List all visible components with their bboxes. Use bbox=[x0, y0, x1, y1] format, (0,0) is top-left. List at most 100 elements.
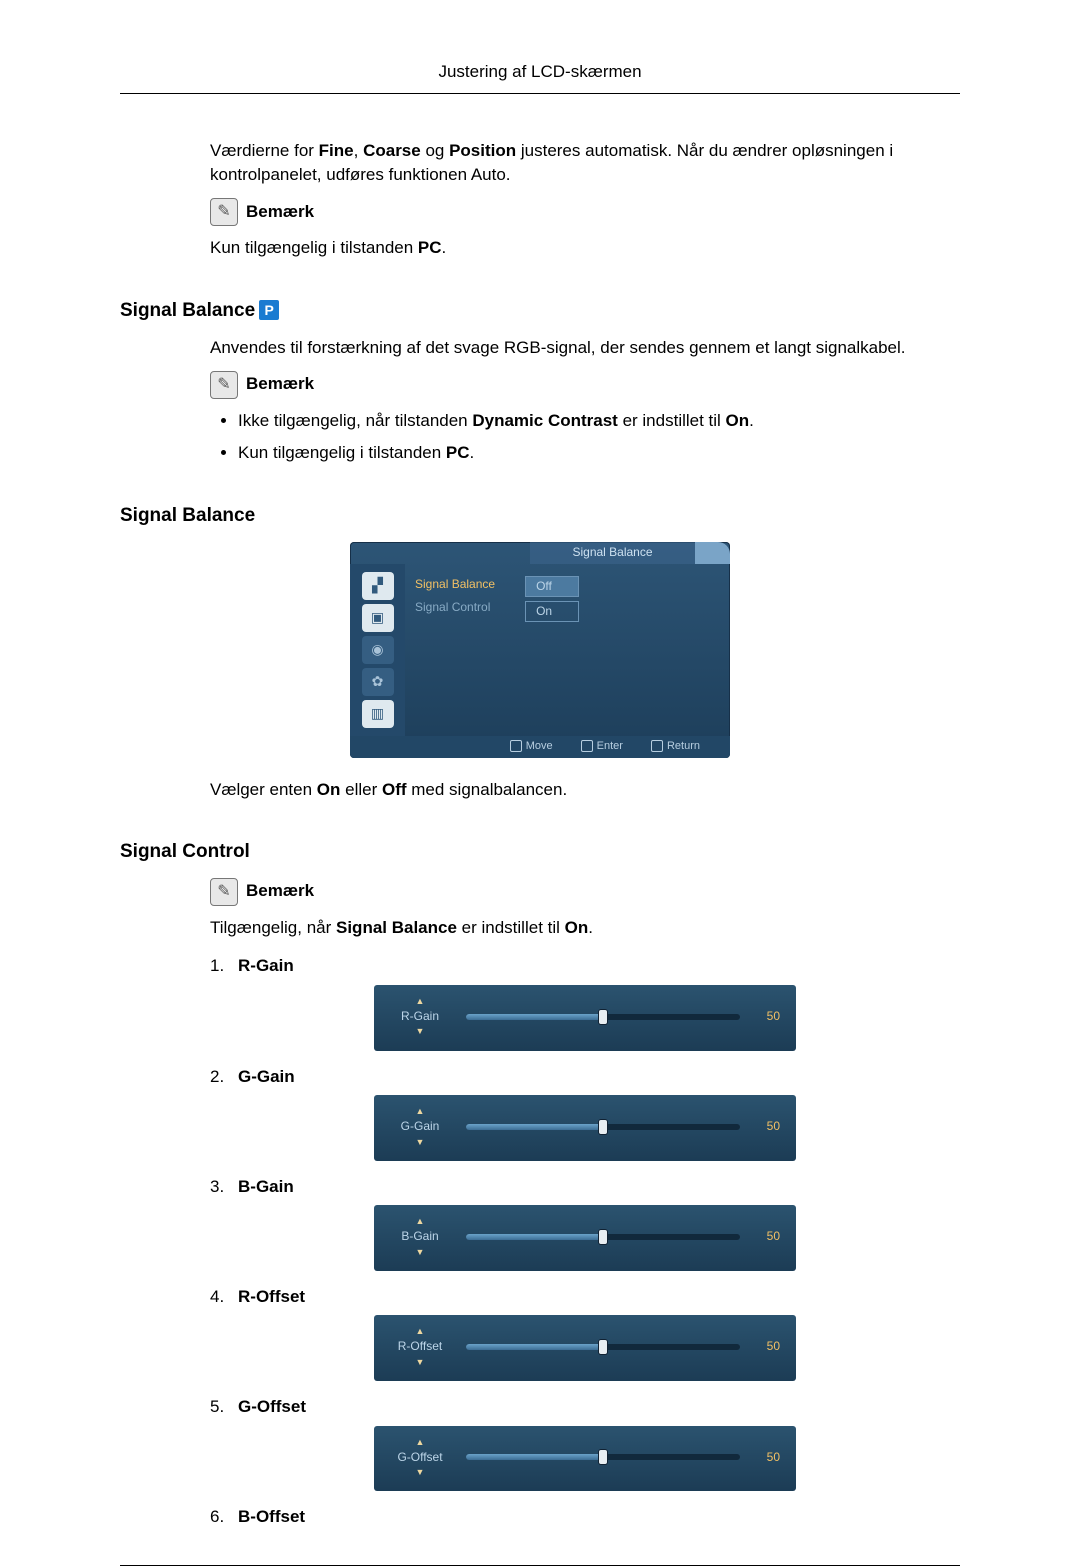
settings-icon[interactable]: ✿ bbox=[362, 668, 394, 696]
slider-value: 50 bbox=[756, 1449, 780, 1466]
osd-title: Signal Balance bbox=[530, 542, 695, 564]
osd-title-bar: Signal Balance bbox=[350, 542, 730, 564]
intro-sep2: og bbox=[421, 141, 449, 160]
arrow-up-icon: ▲ bbox=[416, 1105, 425, 1118]
osd-footer-move: Move bbox=[510, 739, 553, 755]
sb-b1-mid: er indstillet til bbox=[618, 411, 726, 430]
list-label-g-gain: G-Gain bbox=[238, 1065, 348, 1090]
sb-choose-before: Vælger enten bbox=[210, 780, 317, 799]
osd-footer-enter: Enter bbox=[581, 739, 623, 755]
osd-value-on[interactable]: On bbox=[525, 601, 579, 622]
sb-b1-before: Ikke tilgængelig, når tilstanden bbox=[238, 411, 472, 430]
sc-note-sb: Signal Balance bbox=[336, 918, 457, 937]
list-label-g-offset: G-Offset bbox=[238, 1395, 348, 1420]
slider-thumb[interactable] bbox=[599, 1450, 607, 1464]
list-label-b-gain: B-Gain bbox=[238, 1175, 348, 1200]
slider-track[interactable] bbox=[466, 1344, 740, 1350]
arrow-up-icon: ▲ bbox=[416, 1436, 425, 1449]
input-icon[interactable]: ▣ bbox=[362, 604, 394, 632]
list-item: 1. R-Gain bbox=[210, 954, 960, 979]
slider-track[interactable] bbox=[466, 1014, 740, 1020]
heading-signal-balance-text: Signal Balance bbox=[120, 297, 255, 325]
note-icon: ✎ bbox=[210, 198, 238, 226]
sc-note: Tilgængelig, når Signal Balance er indst… bbox=[210, 916, 960, 941]
intro-fine: Fine bbox=[319, 141, 354, 160]
list-label-b-offset: B-Offset bbox=[238, 1505, 348, 1530]
slider-thumb[interactable] bbox=[599, 1340, 607, 1354]
note-icon: ✎ bbox=[210, 878, 238, 906]
slider-track[interactable] bbox=[466, 1234, 740, 1240]
heading-signal-control: Signal Control bbox=[120, 838, 960, 866]
sb-choose-mid: eller bbox=[340, 780, 382, 799]
sb-b2-after: . bbox=[470, 443, 475, 462]
slider-thumb[interactable] bbox=[599, 1120, 607, 1134]
note-icon: ✎ bbox=[210, 371, 238, 399]
slider-b-gain[interactable]: ▲B-Gain▼ 50 bbox=[374, 1205, 796, 1270]
intro-position: Position bbox=[449, 141, 516, 160]
slider-r-offset[interactable]: ▲R-Offset▼ 50 bbox=[374, 1315, 796, 1380]
list-num: 3. bbox=[210, 1175, 238, 1200]
osd-sidebar: ▞ ▣ ◉ ✿ ▥ bbox=[350, 564, 405, 736]
note1-pc: PC bbox=[418, 238, 442, 257]
list-num: 2. bbox=[210, 1065, 238, 1090]
intro-text: Værdierne for bbox=[210, 141, 319, 160]
arrow-up-icon: ▲ bbox=[416, 1325, 425, 1338]
slider-value: 50 bbox=[756, 1228, 780, 1245]
sc-note-on: On bbox=[565, 918, 589, 937]
slider-value: 50 bbox=[756, 1118, 780, 1135]
osd-value-off[interactable]: Off bbox=[525, 576, 579, 597]
sb-choose: Vælger enten On eller Off med signalbala… bbox=[210, 778, 960, 803]
note-row-3: ✎ Bemærk bbox=[210, 878, 960, 906]
intro-coarse: Coarse bbox=[363, 141, 421, 160]
sb-bullet-2: Kun tilgængelig i tilstanden PC. bbox=[238, 441, 960, 466]
note1-after: . bbox=[442, 238, 447, 257]
arrow-down-icon: ▼ bbox=[416, 1246, 425, 1259]
osd-menu: Signal Balance ▞ ▣ ◉ ✿ ▥ Signal Balance … bbox=[350, 542, 730, 758]
list-item: 6. B-Offset bbox=[210, 1505, 960, 1530]
list-label-r-gain: R-Gain bbox=[238, 954, 348, 979]
sb-b2-before: Kun tilgængelig i tilstanden bbox=[238, 443, 446, 462]
arrow-down-icon: ▼ bbox=[416, 1356, 425, 1369]
heading-signal-control-text: Signal Control bbox=[120, 838, 250, 866]
sc-note-after: . bbox=[588, 918, 593, 937]
slider-thumb[interactable] bbox=[599, 1230, 607, 1244]
slider-r-gain[interactable]: ▲R-Gain▼ 50 bbox=[374, 985, 796, 1050]
slider-track[interactable] bbox=[466, 1124, 740, 1130]
arrow-down-icon: ▼ bbox=[416, 1136, 425, 1149]
slider-g-gain[interactable]: ▲G-Gain▼ 50 bbox=[374, 1095, 796, 1160]
note-row: ✎ Bemærk bbox=[210, 198, 960, 226]
slider-name: R-Gain bbox=[401, 1008, 439, 1025]
note1-text: Kun tilgængelig i tilstanden PC. bbox=[210, 236, 960, 261]
slider-thumb[interactable] bbox=[599, 1010, 607, 1024]
list-num: 5. bbox=[210, 1395, 238, 1420]
slider-track[interactable] bbox=[466, 1454, 740, 1460]
heading-signal-balance-2: Signal Balance bbox=[120, 502, 960, 530]
osd-row-signal-balance[interactable]: Signal Balance bbox=[415, 576, 495, 593]
list-num: 4. bbox=[210, 1285, 238, 1310]
sb-b1-on: On bbox=[726, 411, 750, 430]
heading-signal-balance-2-text: Signal Balance bbox=[120, 502, 255, 530]
slider-value: 50 bbox=[756, 1008, 780, 1025]
note1-before: Kun tilgængelig i tilstanden bbox=[210, 238, 418, 257]
sc-note-mid: er indstillet til bbox=[457, 918, 565, 937]
list-item: 2. G-Gain bbox=[210, 1065, 960, 1090]
osd-footer: Move Enter Return bbox=[350, 736, 730, 758]
sb-bullet-1: Ikke tilgængelig, når tilstanden Dynamic… bbox=[238, 409, 960, 434]
slider-value: 50 bbox=[756, 1338, 780, 1355]
multi-icon[interactable]: ▥ bbox=[362, 700, 394, 728]
osd-footer-return: Return bbox=[651, 739, 700, 755]
slider-g-offset[interactable]: ▲G-Offset▼ 50 bbox=[374, 1426, 796, 1491]
header-rule bbox=[120, 93, 960, 94]
sb-b2-pc: PC bbox=[446, 443, 470, 462]
list-item: 3. B-Gain bbox=[210, 1175, 960, 1200]
timer-icon[interactable]: ◉ bbox=[362, 636, 394, 664]
slider-name: R-Offset bbox=[398, 1338, 442, 1355]
page-header: Justering af LCD-skærmen bbox=[120, 60, 960, 85]
arrow-up-icon: ▲ bbox=[416, 1215, 425, 1228]
picture-icon[interactable]: ▞ bbox=[362, 572, 394, 600]
sb-choose-on: On bbox=[317, 780, 341, 799]
intro-sep1: , bbox=[354, 141, 363, 160]
sb-b1-after: . bbox=[749, 411, 754, 430]
osd-row-signal-control[interactable]: Signal Control bbox=[415, 599, 495, 616]
list-num: 1. bbox=[210, 954, 238, 979]
